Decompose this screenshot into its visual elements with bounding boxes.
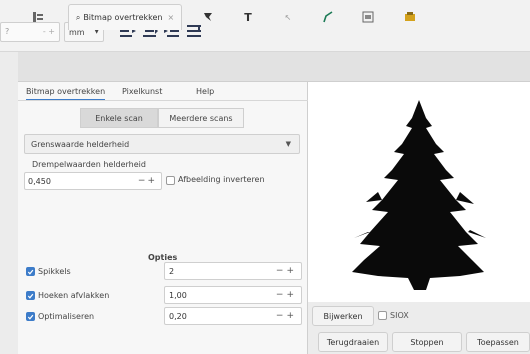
smooth-corners-input[interactable]: 1,00 −+	[164, 286, 302, 304]
pen-icon[interactable]	[320, 4, 336, 30]
tab-trace-bitmap[interactable]: ⌕ Bitmap overtrekken ×	[68, 4, 182, 30]
apply-button[interactable]: Toepassen	[466, 332, 530, 352]
multiple-scans-toggle[interactable]: Meerdere scans	[158, 108, 244, 128]
subtab-help[interactable]: Help	[196, 87, 214, 96]
smooth-corners-value: 1,00	[169, 291, 187, 300]
optimize-value: 0,20	[169, 312, 187, 321]
divider	[18, 100, 308, 101]
trace-mode-dropdown[interactable]: Grenswaarde helderheid ▼	[24, 134, 300, 154]
invert-label: Afbeelding inverteren	[178, 175, 265, 184]
speckles-input[interactable]: 2 −+	[164, 262, 302, 280]
dialog-icon[interactable]	[360, 4, 376, 30]
single-scan-toggle[interactable]: Enkele scan	[80, 108, 158, 128]
reset-button[interactable]: Terugdraaien	[318, 332, 388, 352]
siox-label: SIOX	[390, 311, 409, 320]
paint-icon[interactable]	[402, 4, 418, 30]
unit-spin-value: ?	[5, 27, 10, 36]
tree-preview-image	[352, 100, 486, 290]
siox-checkbox[interactable]	[378, 311, 387, 320]
layers-icon[interactable]	[30, 4, 46, 30]
invert-checkbox[interactable]	[166, 176, 175, 185]
speckles-label: Spikkels	[38, 267, 71, 276]
stepper-buttons[interactable]: −+	[276, 311, 297, 321]
close-icon[interactable]: ×	[167, 13, 174, 22]
threshold-label: Drempelwaarden helderheid	[32, 160, 146, 169]
subtab-pixel-art[interactable]: Pixelkunst	[122, 87, 162, 96]
brush-icon[interactable]	[200, 4, 216, 30]
smooth-corners-checkbox[interactable]	[26, 291, 35, 300]
smooth-corners-label: Hoeken afvlakken	[38, 291, 110, 300]
stepper-buttons[interactable]: −+	[276, 266, 297, 276]
tab-trace-bitmap-label: Bitmap overtrekken	[83, 13, 163, 22]
dialog-tab-bar	[18, 52, 530, 82]
update-preview-button[interactable]: Bijwerken	[312, 306, 374, 326]
pointer-icon[interactable]: ↖	[280, 4, 296, 30]
trace-mode-value: Grenswaarde helderheid	[31, 140, 130, 149]
speckles-value: 2	[169, 267, 175, 276]
optimize-input[interactable]: 0,20 −+	[164, 307, 302, 325]
trace-preview	[308, 82, 530, 302]
trace-bitmap-icon: ⌕	[75, 12, 81, 22]
optimize-label: Optimaliseren	[38, 312, 95, 321]
optimize-checkbox[interactable]	[26, 312, 35, 321]
threshold-input[interactable]: 0,450 −+	[24, 172, 162, 190]
speckles-checkbox[interactable]	[26, 267, 35, 276]
options-heading: Opties	[148, 253, 178, 262]
stepper-buttons[interactable]: −+	[276, 290, 297, 300]
stepper-buttons[interactable]: −+	[138, 176, 157, 186]
chevron-down-icon: ▼	[285, 140, 291, 148]
subtab-bitmap-trace[interactable]: Bitmap overtrekken	[26, 87, 106, 101]
text-tool-icon[interactable]: T	[240, 4, 256, 30]
stop-button[interactable]: Stoppen	[392, 332, 462, 352]
threshold-value: 0,450	[28, 177, 51, 186]
